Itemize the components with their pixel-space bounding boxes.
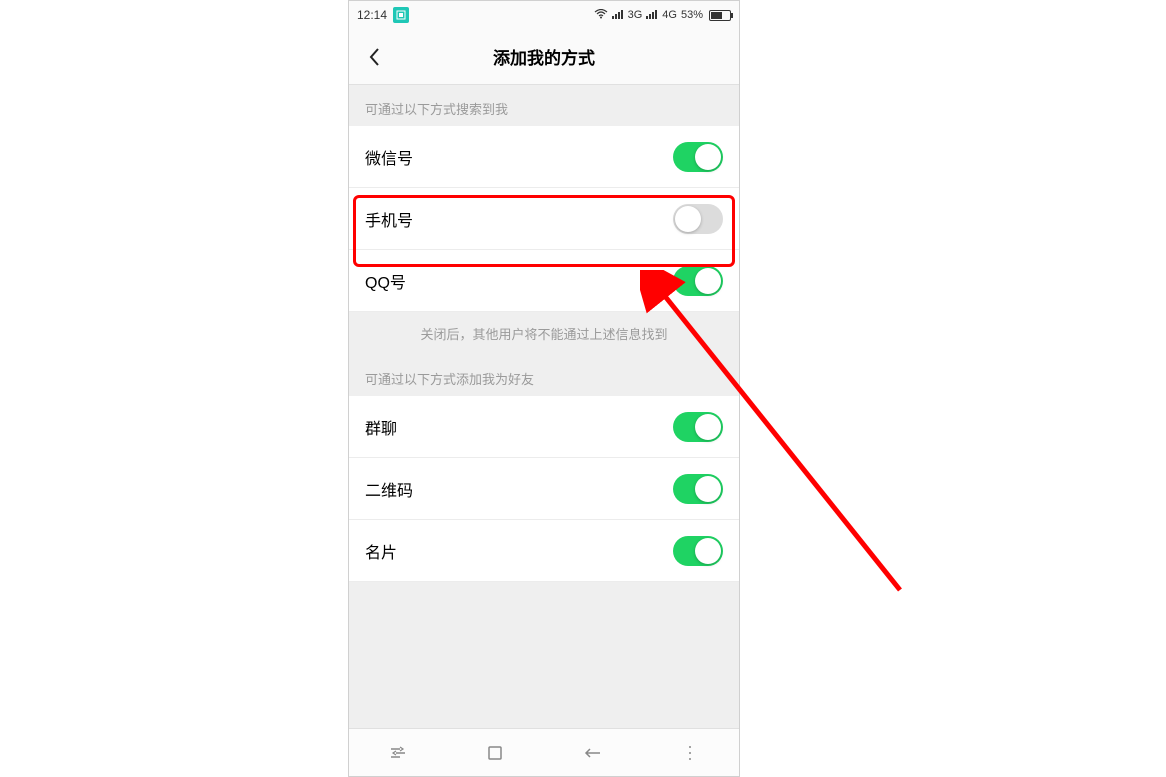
toggle-group-chat[interactable] xyxy=(673,412,723,442)
nav-recent-icon[interactable] xyxy=(387,742,409,764)
row-group-chat: 群聊 xyxy=(349,396,739,458)
toggle-wechat-id[interactable] xyxy=(673,142,723,172)
toggle-qq-id[interactable] xyxy=(673,266,723,296)
page-title: 添加我的方式 xyxy=(493,44,595,69)
battery-icon xyxy=(709,10,731,21)
row-qq-id: QQ号 xyxy=(349,250,739,312)
row-label: 微信号 xyxy=(365,145,413,169)
row-qr-code: 二维码 xyxy=(349,458,739,520)
nav-home-icon[interactable] xyxy=(484,742,506,764)
header-bar: 添加我的方式 xyxy=(349,29,739,85)
section-add-label: 可通过以下方式添加我为好友 xyxy=(349,355,739,396)
toggle-qr-code[interactable] xyxy=(673,474,723,504)
row-label: 手机号 xyxy=(365,207,413,231)
row-label: 二维码 xyxy=(365,477,413,501)
signal-4g-icon xyxy=(646,9,658,22)
nav-back-icon[interactable] xyxy=(582,742,604,764)
row-label: 名片 xyxy=(365,539,397,563)
toggle-phone-number[interactable] xyxy=(673,204,723,234)
row-label: QQ号 xyxy=(365,269,406,293)
toggle-name-card[interactable] xyxy=(673,536,723,566)
section-note: 关闭后，其他用户将不能通过上述信息找到 xyxy=(349,312,739,355)
row-label: 群聊 xyxy=(365,415,397,439)
wifi-icon xyxy=(594,9,608,22)
row-phone-number: 手机号 xyxy=(349,188,739,250)
back-button[interactable] xyxy=(359,41,391,73)
row-wechat-id: 微信号 xyxy=(349,126,739,188)
android-nav-bar xyxy=(349,728,739,776)
phone-frame: 12:14 3G 4G 53% 添加我的方式 可通过以下 xyxy=(348,0,740,777)
battery-pct: 53% xyxy=(681,9,703,21)
nav-menu-icon[interactable] xyxy=(679,742,701,764)
network-4g-label: 4G xyxy=(662,9,677,21)
status-time: 12:14 xyxy=(357,8,387,22)
section-search-label: 可通过以下方式搜索到我 xyxy=(349,85,739,126)
scan-app-icon xyxy=(393,7,409,23)
signal-3g-icon xyxy=(612,9,624,22)
status-bar: 12:14 3G 4G 53% xyxy=(349,1,739,29)
network-3g-label: 3G xyxy=(628,9,643,21)
row-name-card: 名片 xyxy=(349,520,739,582)
